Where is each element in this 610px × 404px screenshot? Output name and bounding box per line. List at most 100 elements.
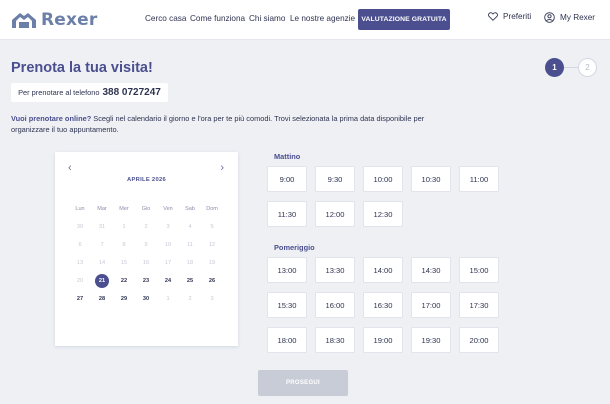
- calendar-day: 20: [76, 278, 84, 284]
- calendar-day: 30: [76, 224, 84, 230]
- weekday-label: Dom: [206, 206, 218, 212]
- favorites-label: Preferiti: [503, 12, 532, 21]
- prev-month-chevron-icon[interactable]: ‹: [68, 162, 72, 174]
- time-slot-button[interactable]: 18:00: [267, 327, 307, 353]
- calendar-day[interactable]: 28: [91, 292, 113, 306]
- heart-icon: [488, 12, 498, 21]
- calendar-week-row: 13 14 15 16 17 18 19: [69, 254, 223, 272]
- time-slot-button[interactable]: 11:00: [459, 166, 499, 192]
- calendar-day[interactable]: 25: [179, 274, 201, 288]
- time-slot-button[interactable]: 10:00: [363, 166, 403, 192]
- intro-text: Vuoi prenotare online? Scegli nel calend…: [11, 114, 451, 135]
- nav-chi-siamo[interactable]: Chi siamo: [249, 14, 285, 23]
- calendar-day: 18: [186, 260, 194, 266]
- prosegui-button[interactable]: PROSEGUI: [258, 370, 348, 396]
- calendar-day: 1: [166, 296, 170, 302]
- time-slot-button[interactable]: 15:30: [267, 292, 307, 318]
- calendar-day[interactable]: 30: [135, 292, 157, 306]
- calendar-day: 13: [76, 260, 84, 266]
- time-slot-button[interactable]: 20:00: [459, 327, 499, 353]
- step-2-indicator: 2: [578, 58, 597, 77]
- calendar-day[interactable]: 27: [69, 292, 91, 306]
- calendar-day: 8: [122, 242, 126, 248]
- next-month-chevron-icon[interactable]: ›: [220, 162, 224, 174]
- nav-le-nostre-agenzie[interactable]: Le nostre agenzie: [290, 14, 355, 23]
- calendar-day: 16: [142, 260, 150, 266]
- time-slot-button[interactable]: 15:00: [459, 257, 499, 283]
- calendar-month-label: APRILE 2026: [126, 177, 167, 183]
- calendar-day: 1: [122, 224, 126, 230]
- weekday-label: Lun: [75, 206, 85, 212]
- time-slot-button[interactable]: 12:30: [363, 201, 403, 227]
- calendar-day: 10: [164, 242, 172, 248]
- time-slot-button[interactable]: 14:00: [363, 257, 403, 283]
- selected-day-number: 21: [95, 274, 109, 288]
- account-link[interactable]: My Rexer: [544, 12, 595, 23]
- calendar-day: 3: [166, 224, 170, 230]
- calendar-day: 17: [164, 260, 172, 266]
- phone-number[interactable]: 388 0727247: [102, 87, 160, 98]
- calendar-day: 11: [187, 242, 193, 248]
- phone-box: Per prenotare al telefono 388 0727247: [11, 83, 168, 102]
- weekday-label: Mar: [97, 206, 107, 212]
- time-slot-button[interactable]: 17:00: [411, 292, 451, 318]
- calendar-day: 2: [144, 224, 148, 230]
- logo-text: Rexer: [41, 10, 98, 30]
- time-slot-button[interactable]: 16:30: [363, 292, 403, 318]
- weekday-label: Ven: [163, 206, 173, 212]
- calendar-day[interactable]: 26: [201, 274, 223, 288]
- calendar-day: 31: [98, 224, 106, 230]
- weekday-label: Gio: [141, 206, 151, 212]
- phone-prefix: Per prenotare al telefono: [18, 88, 100, 97]
- time-slot-button[interactable]: 17:30: [459, 292, 499, 318]
- time-slot-button[interactable]: 19:00: [363, 327, 403, 353]
- calendar-week-row: 6 7 8 9 10 11 12: [69, 236, 223, 254]
- time-slot-button[interactable]: 9:30: [315, 166, 355, 192]
- time-slot-button[interactable]: 9:00: [267, 166, 307, 192]
- afternoon-label: Pomeriggio: [274, 243, 315, 252]
- calendar-week-row: 27 28 29 30 1 2 3: [69, 290, 223, 308]
- time-slot-button[interactable]: 13:30: [315, 257, 355, 283]
- time-slot-button[interactable]: 11:30: [267, 201, 307, 227]
- calendar-day[interactable]: 24: [157, 274, 179, 288]
- nav-cerco-casa[interactable]: Cerco casa: [145, 14, 186, 23]
- calendar-week-row: 30 31 1 2 3 4 5: [69, 218, 223, 236]
- intro-strong: Vuoi prenotare online?: [11, 114, 92, 123]
- calendar-day: 14: [98, 260, 106, 266]
- calendar-day[interactable]: 22: [113, 274, 135, 288]
- calendar-grid: Lun Mar Mer Gio Ven Sab Dom 30 31 1 2 3 4 5 6 7 8 9 10 11 12…: [69, 200, 223, 308]
- calendar-day[interactable]: 29: [113, 292, 135, 306]
- time-slot-button[interactable]: 19:30: [411, 327, 451, 353]
- calendar-day: 9: [144, 242, 148, 248]
- calendar-day: 2: [188, 296, 192, 302]
- step-1-indicator: 1: [545, 58, 564, 77]
- valutazione-gratuita-button[interactable]: VALUTAZIONE GRATUITA: [358, 9, 450, 30]
- calendar-day: 4: [188, 224, 192, 230]
- rexer-logo[interactable]: Rexer: [11, 9, 98, 31]
- account-label: My Rexer: [560, 13, 596, 22]
- weekday-header-row: Lun Mar Mer Gio Ven Sab Dom: [69, 200, 223, 218]
- top-header: Rexer Cerco casa Come funziona Chi siamo…: [0, 0, 610, 40]
- calendar-day: 5: [210, 224, 214, 230]
- calendar-day: 6: [78, 242, 82, 248]
- time-slot-button[interactable]: 13:00: [267, 257, 307, 283]
- step-connector: [564, 67, 578, 68]
- user-icon: [544, 12, 555, 23]
- calendar-day[interactable]: 23: [135, 274, 157, 288]
- time-slot-button[interactable]: 12:00: [315, 201, 355, 227]
- house-roof-icon: [12, 13, 36, 28]
- time-slot-button[interactable]: 18:30: [315, 327, 355, 353]
- calendar-week-row: 20 21 22 23 24 25 26: [69, 272, 223, 290]
- time-slot-button[interactable]: 10:30: [411, 166, 451, 192]
- time-slot-button[interactable]: 14:30: [411, 257, 451, 283]
- time-slot-button[interactable]: 16:00: [315, 292, 355, 318]
- calendar-day-selected[interactable]: 21: [91, 274, 113, 288]
- nav-come-funziona[interactable]: Come funziona: [190, 14, 245, 23]
- calendar-day: 7: [100, 242, 104, 248]
- weekday-label: Sab: [185, 206, 195, 212]
- favorites-link[interactable]: Preferiti: [488, 12, 531, 21]
- page-title: Prenota la tua visita!: [11, 60, 153, 76]
- morning-label: Mattino: [274, 152, 301, 161]
- calendar-day: 19: [208, 260, 216, 266]
- calendar: ‹ › APRILE 2026 Lun Mar Mer Gio Ven Sab Dom 30 3…: [55, 152, 238, 346]
